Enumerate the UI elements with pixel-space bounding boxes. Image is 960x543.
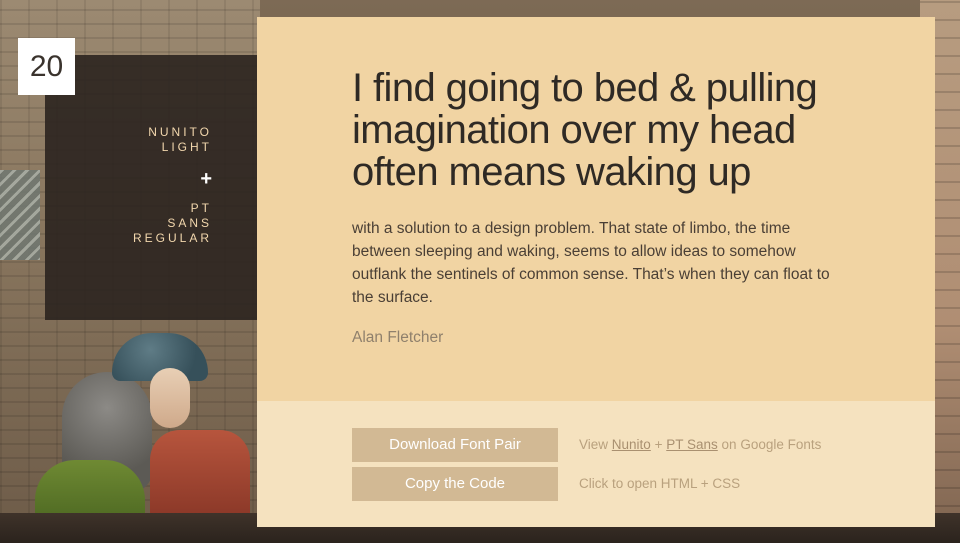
- plus-text: +: [654, 437, 663, 452]
- quote-headline: I find going to bed & pulling imaginatio…: [352, 66, 818, 194]
- quote-author: Alan Fletcher: [352, 329, 444, 346]
- actions-footer: Download Font Pair Copy the Code View Nu…: [257, 401, 935, 527]
- body-font-name-part-1: PT: [190, 201, 212, 215]
- view-prefix: View: [579, 437, 609, 452]
- plus-icon: +: [200, 168, 212, 190]
- download-font-pair-button[interactable]: Download Font Pair: [352, 428, 558, 462]
- body-font-name-part-2: SANS: [167, 216, 212, 230]
- copy-code-button[interactable]: Copy the Code: [352, 467, 558, 501]
- font-names: NUNITO LIGHT + PT SANS REGULAR: [52, 125, 212, 246]
- font-pair-panel: NUNITO LIGHT + PT SANS REGULAR: [45, 55, 257, 320]
- heading-font-weight: LIGHT: [161, 140, 212, 154]
- slide-number-badge: 20: [18, 38, 75, 95]
- open-code-hint: Click to open HTML + CSS: [579, 476, 741, 491]
- quote-body: with a solution to a design problem. Tha…: [352, 220, 830, 306]
- heading-font-name: NUNITO: [148, 125, 212, 139]
- google-fonts-links: View Nunito + PT Sans on Google Fonts: [579, 435, 821, 455]
- quote-card: I find going to bed & pulling imaginatio…: [257, 17, 935, 527]
- view-suffix: on Google Fonts: [721, 437, 822, 452]
- pt-sans-link[interactable]: PT Sans: [666, 437, 718, 452]
- nunito-link[interactable]: Nunito: [612, 437, 651, 452]
- body-font-weight: REGULAR: [132, 231, 212, 245]
